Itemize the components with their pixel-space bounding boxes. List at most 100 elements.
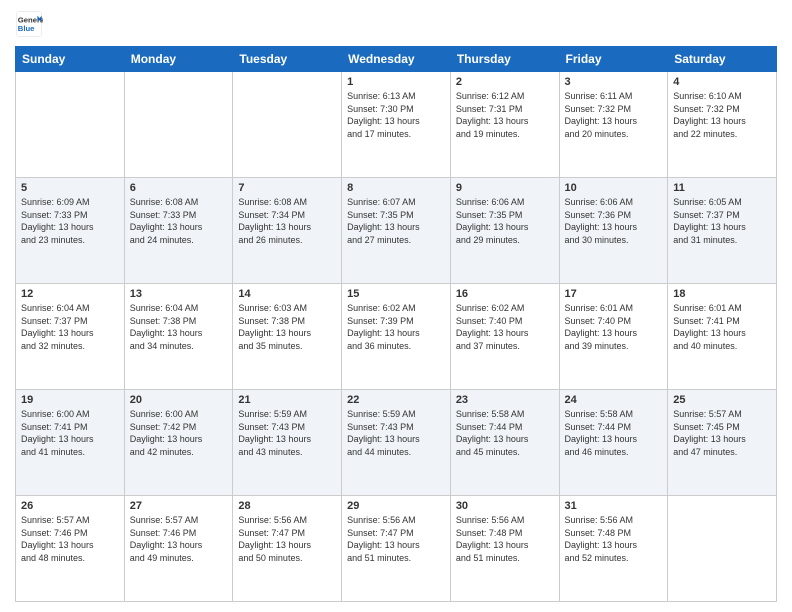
day-number: 11: [673, 182, 771, 194]
day-number: 30: [456, 500, 554, 512]
day-header-wednesday: Wednesday: [342, 47, 451, 72]
day-number: 28: [238, 500, 336, 512]
logo: General Blue: [15, 10, 47, 38]
day-number: 14: [238, 288, 336, 300]
calendar-cell: 19 Sunrise: 6:00 AM Sunset: 7:41 PM Dayli…: [16, 390, 125, 496]
calendar-cell: 27 Sunrise: 5:57 AM Sunset: 7:46 PM Dayli…: [124, 496, 233, 602]
day-header-sunday: Sunday: [16, 47, 125, 72]
page: General Blue SundayMondayTuesdayWednesda…: [0, 0, 792, 612]
day-info: Sunrise: 5:56 AM Sunset: 7:48 PM Dayligh…: [565, 514, 663, 564]
day-info: Sunrise: 6:01 AM Sunset: 7:41 PM Dayligh…: [673, 302, 771, 352]
calendar-cell: 13Sunrise: 6:04 AM Sunset: 7:38 PM Dayli…: [124, 284, 233, 390]
day-number: 6: [130, 182, 228, 194]
day-number: 2: [456, 76, 554, 88]
day-number: 18: [673, 288, 771, 300]
day-info: Sunrise: 5:58 AM Sunset: 7:44 PM Dayligh…: [456, 408, 554, 458]
day-number: 4: [673, 76, 771, 88]
calendar-cell: 30 Sunrise: 5:56 AM Sunset: 7:48 PM Dayli…: [450, 496, 559, 602]
day-number: 27: [130, 500, 228, 512]
day-number: 7: [238, 182, 336, 194]
calendar-cell: 3Sunrise: 6:11 AM Sunset: 7:32 PM Daylig…: [559, 72, 668, 178]
day-number: 5: [21, 182, 119, 194]
logo-icon: General Blue: [15, 10, 43, 38]
day-info: Sunrise: 5:56 AM Sunset: 7:48 PM Dayligh…: [456, 514, 554, 564]
calendar-cell: 14 Sunrise: 6:03 AM Sunset: 7:38 PM Dayli…: [233, 284, 342, 390]
day-info: Sunrise: 6:02 AM Sunset: 7:40 PM Dayligh…: [456, 302, 554, 352]
calendar-cell: 2 Sunrise: 6:12 AM Sunset: 7:31 PM Daylig…: [450, 72, 559, 178]
day-info: Sunrise: 6:01 AM Sunset: 7:40 PM Dayligh…: [565, 302, 663, 352]
day-number: 1: [347, 76, 445, 88]
day-info: Sunrise: 6:04 AM Sunset: 7:38 PM Dayligh…: [130, 302, 228, 352]
calendar-cell: 4 Sunrise: 6:10 AM Sunset: 7:32 PM Daylig…: [668, 72, 777, 178]
day-info: Sunrise: 6:10 AM Sunset: 7:32 PM Dayligh…: [673, 90, 771, 140]
calendar-cell: 18 Sunrise: 6:01 AM Sunset: 7:41 PM Dayli…: [668, 284, 777, 390]
calendar-cell: 22 Sunrise: 5:59 AM Sunset: 7:43 PM Dayli…: [342, 390, 451, 496]
day-number: 8: [347, 182, 445, 194]
day-number: 15: [347, 288, 445, 300]
day-number: 12: [21, 288, 119, 300]
day-number: 17: [565, 288, 663, 300]
calendar: SundayMondayTuesdayWednesdayThursdayFrid…: [15, 46, 777, 602]
calendar-cell: 9 Sunrise: 6:06 AM Sunset: 7:35 PM Daylig…: [450, 178, 559, 284]
calendar-week-2: 5Sunrise: 6:09 AM Sunset: 7:33 PM Daylig…: [16, 178, 777, 284]
day-info: Sunrise: 5:59 AM Sunset: 7:43 PM Dayligh…: [347, 408, 445, 458]
day-info: Sunrise: 6:08 AM Sunset: 7:34 PM Dayligh…: [238, 196, 336, 246]
day-number: 16: [456, 288, 554, 300]
calendar-week-3: 12 Sunrise: 6:04 AM Sunset: 7:37 PM Dayli…: [16, 284, 777, 390]
day-info: Sunrise: 5:57 AM Sunset: 7:46 PM Dayligh…: [21, 514, 119, 564]
calendar-cell: 23Sunrise: 5:58 AM Sunset: 7:44 PM Dayli…: [450, 390, 559, 496]
day-info: Sunrise: 6:02 AM Sunset: 7:39 PM Dayligh…: [347, 302, 445, 352]
calendar-cell: 17 Sunrise: 6:01 AM Sunset: 7:40 PM Dayli…: [559, 284, 668, 390]
calendar-cell: 21 Sunrise: 5:59 AM Sunset: 7:43 PM Dayli…: [233, 390, 342, 496]
calendar-week-5: 26 Sunrise: 5:57 AM Sunset: 7:46 PM Dayli…: [16, 496, 777, 602]
day-number: 26: [21, 500, 119, 512]
day-number: 19: [21, 394, 119, 406]
calendar-cell: [233, 72, 342, 178]
day-header-thursday: Thursday: [450, 47, 559, 72]
calendar-cell: 15 Sunrise: 6:02 AM Sunset: 7:39 PM Dayli…: [342, 284, 451, 390]
calendar-cell: 1 Sunrise: 6:13 AM Sunset: 7:30 PM Daylig…: [342, 72, 451, 178]
day-number: 25: [673, 394, 771, 406]
day-info: Sunrise: 6:00 AM Sunset: 7:42 PM Dayligh…: [130, 408, 228, 458]
calendar-cell: 7 Sunrise: 6:08 AM Sunset: 7:34 PM Daylig…: [233, 178, 342, 284]
day-header-tuesday: Tuesday: [233, 47, 342, 72]
day-info: Sunrise: 5:59 AM Sunset: 7:43 PM Dayligh…: [238, 408, 336, 458]
calendar-cell: 11 Sunrise: 6:05 AM Sunset: 7:37 PM Dayli…: [668, 178, 777, 284]
calendar-cell: 8 Sunrise: 6:07 AM Sunset: 7:35 PM Daylig…: [342, 178, 451, 284]
day-header-friday: Friday: [559, 47, 668, 72]
day-number: 22: [347, 394, 445, 406]
day-header-monday: Monday: [124, 47, 233, 72]
day-info: Sunrise: 6:04 AM Sunset: 7:37 PM Dayligh…: [21, 302, 119, 352]
day-info: Sunrise: 6:07 AM Sunset: 7:35 PM Dayligh…: [347, 196, 445, 246]
calendar-cell: 26 Sunrise: 5:57 AM Sunset: 7:46 PM Dayli…: [16, 496, 125, 602]
calendar-cell: 25 Sunrise: 5:57 AM Sunset: 7:45 PM Dayli…: [668, 390, 777, 496]
day-info: Sunrise: 6:03 AM Sunset: 7:38 PM Dayligh…: [238, 302, 336, 352]
day-info: Sunrise: 6:06 AM Sunset: 7:36 PM Dayligh…: [565, 196, 663, 246]
header: General Blue: [15, 10, 777, 38]
day-info: Sunrise: 5:58 AM Sunset: 7:44 PM Dayligh…: [565, 408, 663, 458]
day-info: Sunrise: 6:08 AM Sunset: 7:33 PM Dayligh…: [130, 196, 228, 246]
day-info: Sunrise: 6:13 AM Sunset: 7:30 PM Dayligh…: [347, 90, 445, 140]
calendar-cell: 24 Sunrise: 5:58 AM Sunset: 7:44 PM Dayli…: [559, 390, 668, 496]
calendar-cell: 10 Sunrise: 6:06 AM Sunset: 7:36 PM Dayli…: [559, 178, 668, 284]
day-number: 9: [456, 182, 554, 194]
day-number: 24: [565, 394, 663, 406]
day-info: Sunrise: 6:00 AM Sunset: 7:41 PM Dayligh…: [21, 408, 119, 458]
day-info: Sunrise: 5:56 AM Sunset: 7:47 PM Dayligh…: [347, 514, 445, 564]
calendar-week-4: 19 Sunrise: 6:00 AM Sunset: 7:41 PM Dayli…: [16, 390, 777, 496]
calendar-week-1: 1 Sunrise: 6:13 AM Sunset: 7:30 PM Daylig…: [16, 72, 777, 178]
calendar-cell: 6 Sunrise: 6:08 AM Sunset: 7:33 PM Daylig…: [124, 178, 233, 284]
day-number: 3: [565, 76, 663, 88]
calendar-cell: [124, 72, 233, 178]
day-number: 10: [565, 182, 663, 194]
calendar-cell: 29Sunrise: 5:56 AM Sunset: 7:47 PM Dayli…: [342, 496, 451, 602]
day-header-saturday: Saturday: [668, 47, 777, 72]
day-number: 20: [130, 394, 228, 406]
day-number: 21: [238, 394, 336, 406]
calendar-cell: 16 Sunrise: 6:02 AM Sunset: 7:40 PM Dayli…: [450, 284, 559, 390]
day-info: Sunrise: 6:12 AM Sunset: 7:31 PM Dayligh…: [456, 90, 554, 140]
day-info: Sunrise: 5:57 AM Sunset: 7:46 PM Dayligh…: [130, 514, 228, 564]
day-info: Sunrise: 5:57 AM Sunset: 7:45 PM Dayligh…: [673, 408, 771, 458]
day-info: Sunrise: 6:05 AM Sunset: 7:37 PM Dayligh…: [673, 196, 771, 246]
day-info: Sunrise: 6:06 AM Sunset: 7:35 PM Dayligh…: [456, 196, 554, 246]
